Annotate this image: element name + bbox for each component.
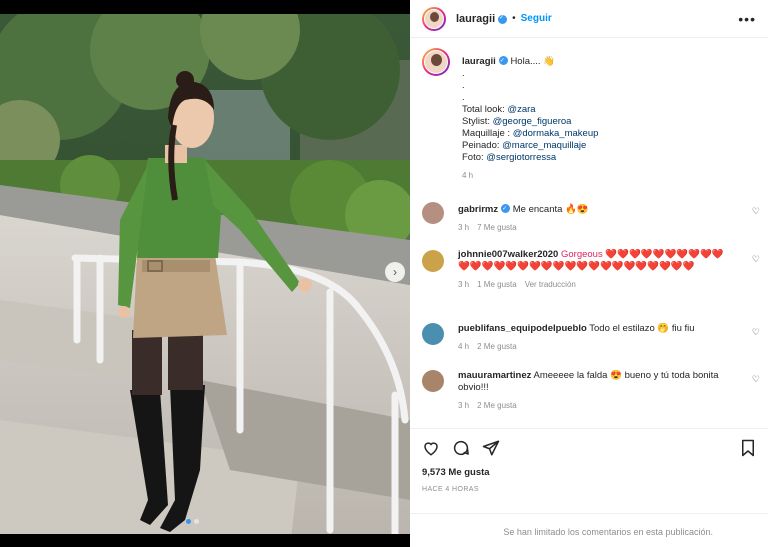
- comment-likes[interactable]: 1 Me gusta: [477, 280, 517, 289]
- like-comment-heart-icon[interactable]: ♡: [752, 206, 760, 217]
- caption-line: Peinado: @marce_maquillaje: [462, 140, 587, 151]
- bookmark-icon[interactable]: [740, 439, 756, 457]
- comment-time: 3 h: [458, 223, 470, 232]
- commenter-username[interactable]: pueblifans_equipodelpueblo: [458, 323, 587, 334]
- comment-time: 3 h: [458, 280, 470, 289]
- commenter-username[interactable]: gabrirmz: [458, 204, 498, 215]
- post-header: lauragii • Seguir •••: [410, 0, 768, 38]
- see-translation-link[interactable]: Ver traducción: [525, 280, 576, 289]
- caption-line: Total look: @zara: [462, 104, 536, 115]
- comment-time: 3 h: [458, 401, 470, 410]
- post-actions: 9,573 Me gusta HACE 4 HORAS Se han limit…: [410, 428, 768, 547]
- like-comment-heart-icon[interactable]: ♡: [752, 327, 760, 338]
- mention-link[interactable]: @marce_maquillaje: [502, 140, 586, 151]
- comment-item: gabrirmz Me encanta 🔥😍 3 h 7 Me gusta ♡: [410, 200, 768, 234]
- heart-icon[interactable]: [422, 439, 440, 457]
- comments-list[interactable]: lauragii Hola.... 👋 . . . Total look: @z…: [410, 38, 768, 428]
- commenter-username[interactable]: johnnie007walker2020: [458, 249, 558, 260]
- comment-icon[interactable]: [452, 439, 470, 457]
- avatar[interactable]: [422, 6, 446, 31]
- posted-time: HACE 4 HORAS: [422, 486, 479, 493]
- caption-line: Stylist: @george_figueroa: [462, 116, 572, 127]
- comment-likes[interactable]: 7 Me gusta: [477, 223, 517, 232]
- verified-badge-icon: [498, 55, 508, 67]
- commenter-username[interactable]: mauuramartinez: [458, 370, 531, 381]
- photo-letterbox-bottom: [0, 534, 410, 547]
- caption-greeting: Hola.... 👋: [510, 56, 556, 67]
- caption-time: 4 h: [462, 171, 474, 180]
- caption-line: Foto: @sergiotorressa: [462, 152, 557, 163]
- commenter-avatar[interactable]: [422, 250, 444, 272]
- commenter-avatar[interactable]: [422, 370, 444, 392]
- likes-count[interactable]: 9,573 Me gusta: [410, 457, 768, 478]
- share-icon[interactable]: [482, 439, 500, 457]
- comment-time: 4 h: [458, 342, 470, 351]
- comment-item: mauuramartinez Ameeeee la falda 😍 bueno …: [410, 368, 768, 412]
- caption-dot: .: [462, 80, 465, 91]
- mention-link[interactable]: @zara: [507, 104, 535, 115]
- comments-limited-notice: Se han limitado los comentarios en esta …: [410, 513, 768, 547]
- more-options-icon[interactable]: •••: [738, 11, 756, 27]
- caption-dot: .: [462, 68, 465, 79]
- comment-item: johnnie007walker2020 Gorgeous ❤️❤️❤️❤️❤️…: [410, 248, 768, 291]
- caption-avatar[interactable]: [422, 48, 450, 76]
- comment-likes[interactable]: 2 Me gusta: [477, 342, 517, 351]
- like-comment-heart-icon[interactable]: ♡: [752, 374, 760, 385]
- caption-dot: .: [462, 92, 465, 103]
- post-photo: ›: [0, 0, 410, 547]
- mention-link[interactable]: @sergiotorressa: [486, 152, 556, 163]
- post-panel: lauragii • Seguir ••• lauragii Hola.... …: [410, 0, 768, 547]
- comment-likes[interactable]: 2 Me gusta: [477, 401, 517, 410]
- photo-illustration: [0, 0, 410, 547]
- comment-item: pueblifans_equipodelpueblo Todo el estil…: [410, 321, 768, 353]
- comment-text: Todo el estilazo 🤭 fiu fiu: [589, 323, 695, 334]
- like-comment-heart-icon[interactable]: ♡: [752, 254, 760, 265]
- comment-text: Me encanta 🔥😍: [512, 204, 589, 215]
- commenter-avatar[interactable]: [422, 202, 444, 224]
- mention-link[interactable]: @george_figueroa: [493, 116, 572, 127]
- next-photo-button[interactable]: ›: [385, 262, 405, 282]
- author-username[interactable]: lauragii: [456, 13, 495, 25]
- caption-line: Maquillaje : @dormaka_makeup: [462, 128, 599, 139]
- mention-link[interactable]: @dormaka_makeup: [513, 128, 599, 139]
- verified-badge-icon: [501, 203, 511, 215]
- separator-dot: •: [512, 13, 516, 24]
- commenter-avatar[interactable]: [422, 323, 444, 345]
- verified-badge-icon: [498, 14, 508, 24]
- carousel-indicator: [186, 519, 199, 524]
- post-caption: lauragii Hola.... 👋 . . . Total look: @z…: [410, 38, 768, 182]
- photo-letterbox-top: [0, 0, 410, 14]
- caption-username[interactable]: lauragii: [462, 56, 496, 67]
- follow-button[interactable]: Seguir: [521, 13, 552, 24]
- carousel-dot-active: [186, 519, 191, 524]
- carousel-dot: [194, 519, 199, 524]
